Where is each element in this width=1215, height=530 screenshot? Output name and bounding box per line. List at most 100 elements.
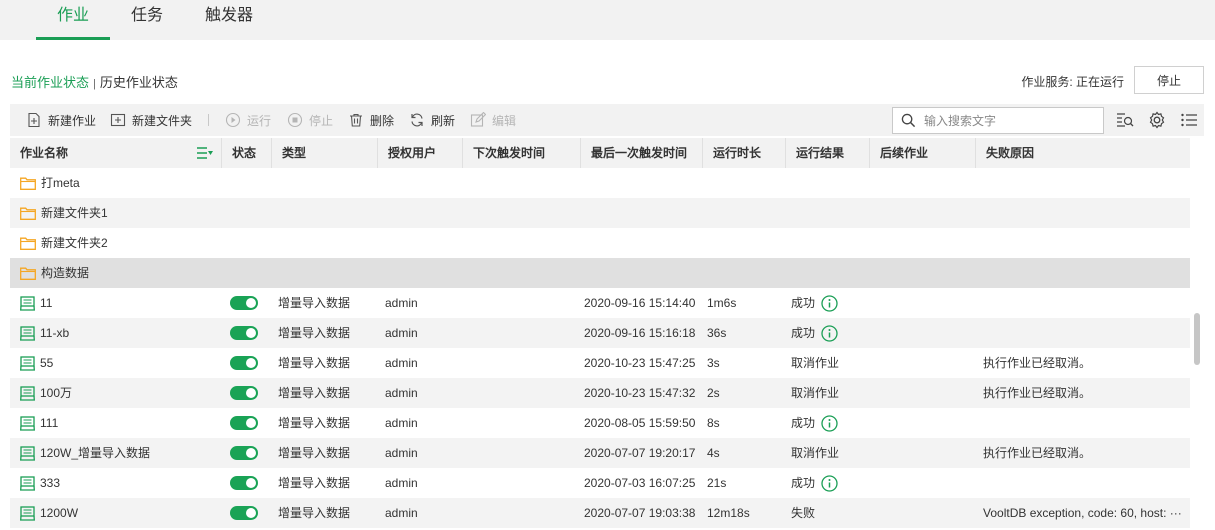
job-row[interactable]: 120W_增量导入数据 增量导入数据 admin 2020-07-07 19:2… [10, 438, 1190, 468]
job-user: admin [385, 416, 418, 430]
history-status-link[interactable]: 历史作业状态 [100, 75, 178, 90]
job-duration: 4s [707, 446, 720, 460]
folder-icon [20, 207, 36, 220]
job-icon [20, 325, 35, 341]
refresh-button[interactable]: 刷新 [409, 104, 455, 136]
job-result-text: 成功 [791, 476, 816, 490]
info-icon[interactable] [821, 414, 838, 432]
col-next-job[interactable]: 后续作业 [870, 138, 976, 168]
job-row[interactable]: 55 增量导入数据 admin 2020-10-23 15:47:25 3s 取… [10, 348, 1190, 378]
job-name: 120W_增量导入数据 [40, 446, 151, 460]
folder-row[interactable]: 构造数据 [10, 258, 1190, 288]
edit-button[interactable]: 编辑 [470, 104, 516, 136]
tab-triggers[interactable]: 触发器 [184, 0, 274, 40]
status-toggle[interactable] [230, 356, 258, 370]
job-fail-reason [983, 288, 1188, 318]
status-bar: 当前作业状态 | 历史作业状态 作业服务: 正在运行 停止 [0, 64, 1215, 96]
status-toggle[interactable] [230, 506, 258, 520]
table-header: 作业名称 状态 类型 授权用户 下次触发时间 最后一次触发时间 运行时长 运行结… [10, 138, 1190, 168]
job-result-text: 取消作业 [791, 386, 840, 400]
status-toggle[interactable] [230, 296, 258, 310]
job-name: 55 [40, 356, 54, 370]
list-icon[interactable] [1180, 111, 1198, 129]
job-duration: 21s [707, 476, 727, 490]
filter-icon[interactable] [197, 146, 213, 160]
job-name: 111 [40, 416, 59, 430]
job-row[interactable]: 11-xb 增量导入数据 admin 2020-09-16 15:16:18 3… [10, 318, 1190, 348]
stop-job-button[interactable]: 停止 [287, 104, 333, 136]
folder-name: 打meta [41, 176, 80, 190]
advanced-search-icon[interactable] [1116, 111, 1134, 129]
job-last-trigger: 2020-09-16 15:14:40 [584, 296, 696, 310]
tab-tasks[interactable]: 任务 [110, 0, 184, 40]
job-row[interactable]: 333 增量导入数据 admin 2020-07-03 16:07:25 21s… [10, 468, 1190, 498]
job-last-trigger: 2020-09-16 15:16:18 [584, 326, 696, 340]
job-row[interactable]: 1200W 增量导入数据 admin 2020-07-07 19:03:38 1… [10, 498, 1190, 528]
stop-job-label: 停止 [309, 113, 334, 128]
job-type: 增量导入数据 [278, 326, 351, 340]
job-name: 333 [40, 476, 61, 490]
status-toggle[interactable] [230, 386, 258, 400]
delete-button[interactable]: 删除 [348, 104, 394, 136]
job-user: admin [385, 326, 418, 340]
job-fail-reason [983, 468, 1188, 498]
col-next-trigger[interactable]: 下次触发时间 [463, 138, 581, 168]
run-button[interactable]: 运行 [225, 104, 271, 136]
job-type: 增量导入数据 [278, 476, 351, 490]
info-icon[interactable] [821, 294, 838, 312]
job-result: 成功 [791, 318, 838, 348]
job-row[interactable]: 11 增量导入数据 admin 2020-09-16 15:14:40 1m6s… [10, 288, 1190, 318]
search-box [892, 107, 1104, 134]
stop-service-button[interactable]: 停止 [1134, 66, 1204, 94]
vertical-scrollbar[interactable] [1194, 313, 1200, 365]
status-toggle[interactable] [230, 446, 258, 460]
job-result: 取消作业 [791, 378, 839, 408]
info-icon[interactable] [821, 474, 838, 492]
folder-row[interactable]: 打meta [10, 168, 1190, 198]
new-folder-icon [110, 113, 126, 127]
top-tab-bar: 作业 任务 触发器 [0, 0, 1215, 40]
col-job-name[interactable]: 作业名称 [10, 138, 222, 168]
tab-jobs[interactable]: 作业 [36, 0, 111, 40]
col-result[interactable]: 运行结果 [786, 138, 870, 168]
service-status-label: 作业服务: 正在运行 [1021, 75, 1124, 89]
refresh-label: 刷新 [431, 113, 456, 128]
col-fail-reason[interactable]: 失败原因 [976, 138, 1190, 168]
info-icon[interactable] [821, 324, 838, 342]
new-job-button[interactable]: 新建作业 [26, 104, 96, 136]
search-input[interactable] [924, 113, 1094, 128]
job-icon [20, 385, 35, 401]
toolbar-divider [208, 114, 209, 126]
job-fail-reason: VooltDB exception, code: 60, host: ··· [983, 506, 1182, 520]
job-row[interactable]: 100万 增量导入数据 admin 2020-10-23 15:47:32 2s… [10, 378, 1190, 408]
folder-row[interactable]: 新建文件夹1 [10, 198, 1190, 228]
gear-icon[interactable] [1148, 111, 1166, 129]
job-duration: 8s [707, 416, 720, 430]
job-name: 100万 [40, 386, 73, 400]
job-type: 增量导入数据 [278, 446, 351, 460]
job-icon [20, 475, 35, 491]
job-fail-reason [983, 318, 1188, 348]
job-result-text: 取消作业 [791, 446, 840, 460]
job-fail-reason [983, 408, 1188, 438]
col-last-trigger[interactable]: 最后一次触发时间 [581, 138, 703, 168]
col-type[interactable]: 类型 [272, 138, 378, 168]
folder-icon [20, 237, 36, 250]
job-duration: 1m6s [707, 296, 737, 310]
status-toggle[interactable] [230, 326, 258, 340]
new-folder-button[interactable]: 新建文件夹 [110, 104, 192, 136]
job-result: 成功 [791, 288, 838, 318]
job-type: 增量导入数据 [278, 416, 351, 430]
current-status-link[interactable]: 当前作业状态 [11, 75, 89, 90]
folder-row[interactable]: 新建文件夹2 [10, 228, 1190, 258]
job-row[interactable]: 111 增量导入数据 admin 2020-08-05 15:59:50 8s … [10, 408, 1190, 438]
col-duration[interactable]: 运行时长 [703, 138, 786, 168]
status-toggle[interactable] [230, 416, 258, 430]
col-status[interactable]: 状态 [222, 138, 272, 168]
folder-icon [20, 177, 36, 190]
view-separator: | [93, 78, 96, 90]
status-toggle[interactable] [230, 476, 258, 490]
col-user[interactable]: 授权用户 [378, 138, 463, 168]
job-user: admin [385, 296, 418, 310]
folder-name: 构造数据 [41, 266, 90, 280]
